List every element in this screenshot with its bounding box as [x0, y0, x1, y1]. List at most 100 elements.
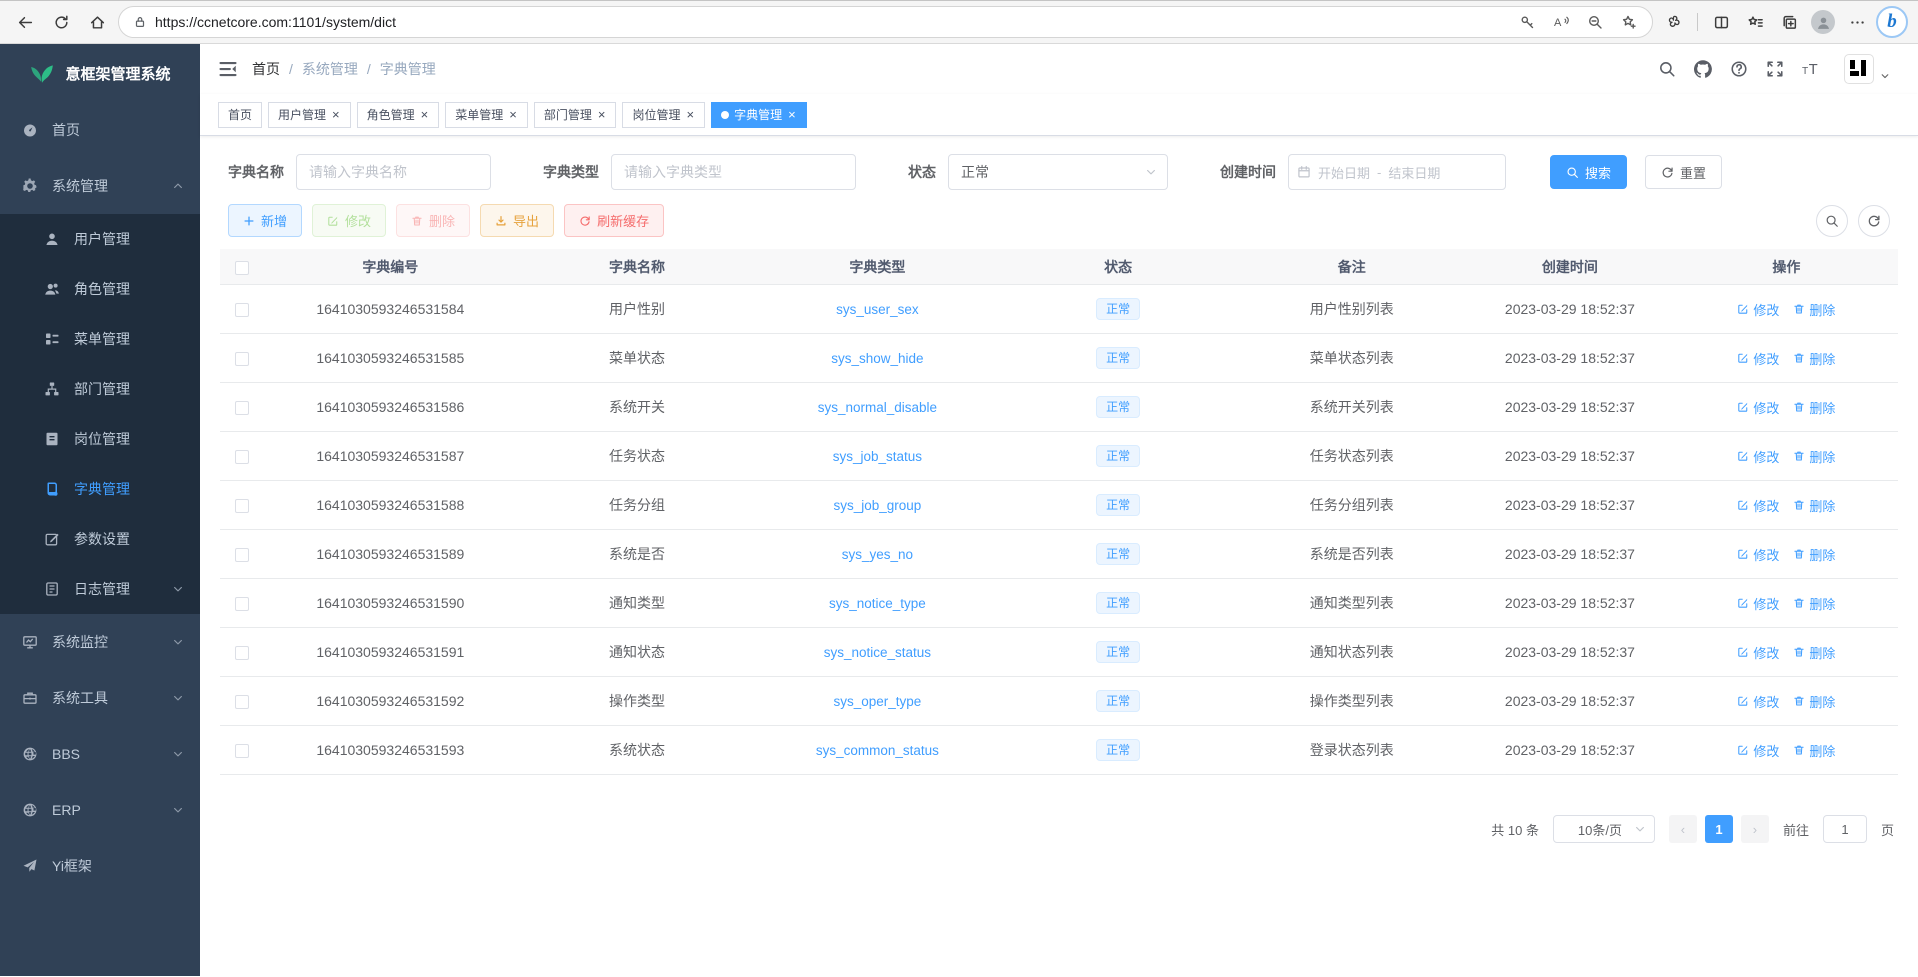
tab-角色管理[interactable]: 角色管理×: [357, 102, 440, 128]
refresh-table-button[interactable]: [1858, 205, 1890, 237]
page-size-select[interactable]: 10条/页: [1553, 815, 1655, 843]
tab-close-icon[interactable]: ×: [420, 108, 430, 121]
dict-type-link[interactable]: sys_user_sex: [836, 302, 919, 317]
prev-page-button[interactable]: ‹: [1669, 815, 1697, 843]
export-button[interactable]: 导出: [480, 204, 554, 237]
sidebar-item-monitor[interactable]: 系统监控: [0, 614, 200, 670]
row-checkbox[interactable]: [235, 646, 249, 660]
sidebar-collapse-icon[interactable]: [218, 59, 238, 79]
search-icon[interactable]: [1658, 60, 1676, 78]
breadcrumb-system[interactable]: 系统管理: [302, 59, 358, 79]
sidebar-item-role[interactable]: 角色管理: [0, 264, 200, 314]
row-checkbox[interactable]: [235, 597, 249, 611]
row-checkbox[interactable]: [235, 303, 249, 317]
sidebar-item-log[interactable]: 日志管理: [0, 564, 200, 614]
sidebar-item-system[interactable]: 系统管理: [0, 158, 200, 214]
sidebar-item-dept[interactable]: 部门管理: [0, 364, 200, 414]
tab-close-icon[interactable]: ×: [331, 108, 341, 121]
tab-close-icon[interactable]: ×: [787, 108, 797, 121]
row-delete-button[interactable]: 删除: [1793, 692, 1835, 711]
sidebar-item-menu[interactable]: 菜单管理: [0, 314, 200, 364]
row-delete-button[interactable]: 删除: [1793, 545, 1835, 564]
fullscreen-icon[interactable]: [1766, 60, 1784, 78]
tab-字典管理[interactable]: 字典管理×: [711, 102, 807, 128]
sidebar-item-dict[interactable]: 字典管理: [0, 464, 200, 514]
row-delete-button[interactable]: 删除: [1793, 741, 1835, 760]
row-delete-button[interactable]: 删除: [1793, 300, 1835, 319]
breadcrumb-home[interactable]: 首页: [252, 59, 280, 79]
url-text[interactable]: https://ccnetcore.com:1101/system/dict: [155, 14, 1506, 30]
search-button[interactable]: 搜索: [1550, 155, 1627, 189]
row-edit-button[interactable]: 修改: [1737, 300, 1779, 319]
sidebar-item-home[interactable]: 首页: [0, 102, 200, 158]
row-edit-button[interactable]: 修改: [1737, 496, 1779, 515]
date-range-picker[interactable]: 开始日期 - 结束日期: [1288, 154, 1506, 190]
reset-button[interactable]: 重置: [1645, 155, 1722, 189]
toggle-search-button[interactable]: [1816, 205, 1848, 237]
sidebar-item-post[interactable]: 岗位管理: [0, 414, 200, 464]
split-screen-icon[interactable]: [1706, 7, 1736, 37]
next-page-button[interactable]: ›: [1741, 815, 1769, 843]
sidebar-item-bbs[interactable]: BBS: [0, 726, 200, 782]
tab-close-icon[interactable]: ×: [508, 108, 518, 121]
select-all-checkbox[interactable]: [235, 261, 249, 275]
end-date-placeholder[interactable]: 结束日期: [1388, 163, 1440, 182]
row-edit-button[interactable]: 修改: [1737, 398, 1779, 417]
user-avatar-menu[interactable]: [1844, 54, 1890, 84]
dict-type-link[interactable]: sys_notice_type: [829, 596, 926, 611]
row-checkbox[interactable]: [235, 695, 249, 709]
status-select[interactable]: 正常: [948, 154, 1168, 190]
row-delete-button[interactable]: 删除: [1793, 594, 1835, 613]
sidebar-item-user[interactable]: 用户管理: [0, 214, 200, 264]
row-edit-button[interactable]: 修改: [1737, 545, 1779, 564]
tab-用户管理[interactable]: 用户管理×: [268, 102, 351, 128]
refresh-icon[interactable]: [46, 7, 76, 37]
row-checkbox[interactable]: [235, 548, 249, 562]
tab-部门管理[interactable]: 部门管理×: [534, 102, 617, 128]
row-edit-button[interactable]: 修改: [1737, 594, 1779, 613]
row-edit-button[interactable]: 修改: [1737, 447, 1779, 466]
sidebar-item-tool[interactable]: 系统工具: [0, 670, 200, 726]
tab-close-icon[interactable]: ×: [685, 108, 695, 121]
address-bar[interactable]: https://ccnetcore.com:1101/system/dict A: [118, 6, 1653, 38]
collections-icon[interactable]: [1774, 7, 1804, 37]
sidebar-item-config[interactable]: 参数设置: [0, 514, 200, 564]
app-logo[interactable]: 意框架管理系统: [0, 44, 200, 102]
add-button[interactable]: 新增: [228, 204, 302, 237]
row-checkbox[interactable]: [235, 401, 249, 415]
row-edit-button[interactable]: 修改: [1737, 741, 1779, 760]
row-checkbox[interactable]: [235, 499, 249, 513]
profile-icon[interactable]: [1808, 7, 1838, 37]
add-favorite-icon[interactable]: [1616, 9, 1642, 35]
bing-chat-icon[interactable]: b: [1876, 6, 1908, 38]
dict-name-input[interactable]: [296, 154, 491, 190]
refresh-cache-button[interactable]: 刷新缓存: [564, 204, 664, 237]
row-delete-button[interactable]: 删除: [1793, 496, 1835, 515]
page-1-button[interactable]: 1: [1705, 815, 1733, 843]
help-icon[interactable]: [1730, 60, 1748, 78]
row-delete-button[interactable]: 删除: [1793, 447, 1835, 466]
row-edit-button[interactable]: 修改: [1737, 349, 1779, 368]
home-icon[interactable]: [82, 7, 112, 37]
favorites-icon[interactable]: [1740, 7, 1770, 37]
goto-page-input[interactable]: [1823, 815, 1867, 843]
row-delete-button[interactable]: 删除: [1793, 398, 1835, 417]
dict-type-link[interactable]: sys_oper_type: [833, 694, 921, 709]
dict-type-link[interactable]: sys_notice_status: [824, 645, 931, 660]
start-date-placeholder[interactable]: 开始日期: [1318, 163, 1370, 182]
delete-button[interactable]: 删除: [396, 204, 470, 237]
dict-type-input[interactable]: [611, 154, 856, 190]
edit-button[interactable]: 修改: [312, 204, 386, 237]
row-checkbox[interactable]: [235, 744, 249, 758]
dict-type-link[interactable]: sys_normal_disable: [818, 400, 937, 415]
github-icon[interactable]: [1694, 60, 1712, 78]
dict-type-link[interactable]: sys_job_group: [833, 498, 921, 513]
zoom-out-icon[interactable]: [1582, 9, 1608, 35]
row-delete-button[interactable]: 删除: [1793, 643, 1835, 662]
back-icon[interactable]: [10, 7, 40, 37]
row-edit-button[interactable]: 修改: [1737, 692, 1779, 711]
text-size-icon[interactable]: TT: [1802, 60, 1820, 78]
row-edit-button[interactable]: 修改: [1737, 643, 1779, 662]
tab-close-icon[interactable]: ×: [597, 108, 607, 121]
dict-type-link[interactable]: sys_common_status: [816, 743, 939, 758]
